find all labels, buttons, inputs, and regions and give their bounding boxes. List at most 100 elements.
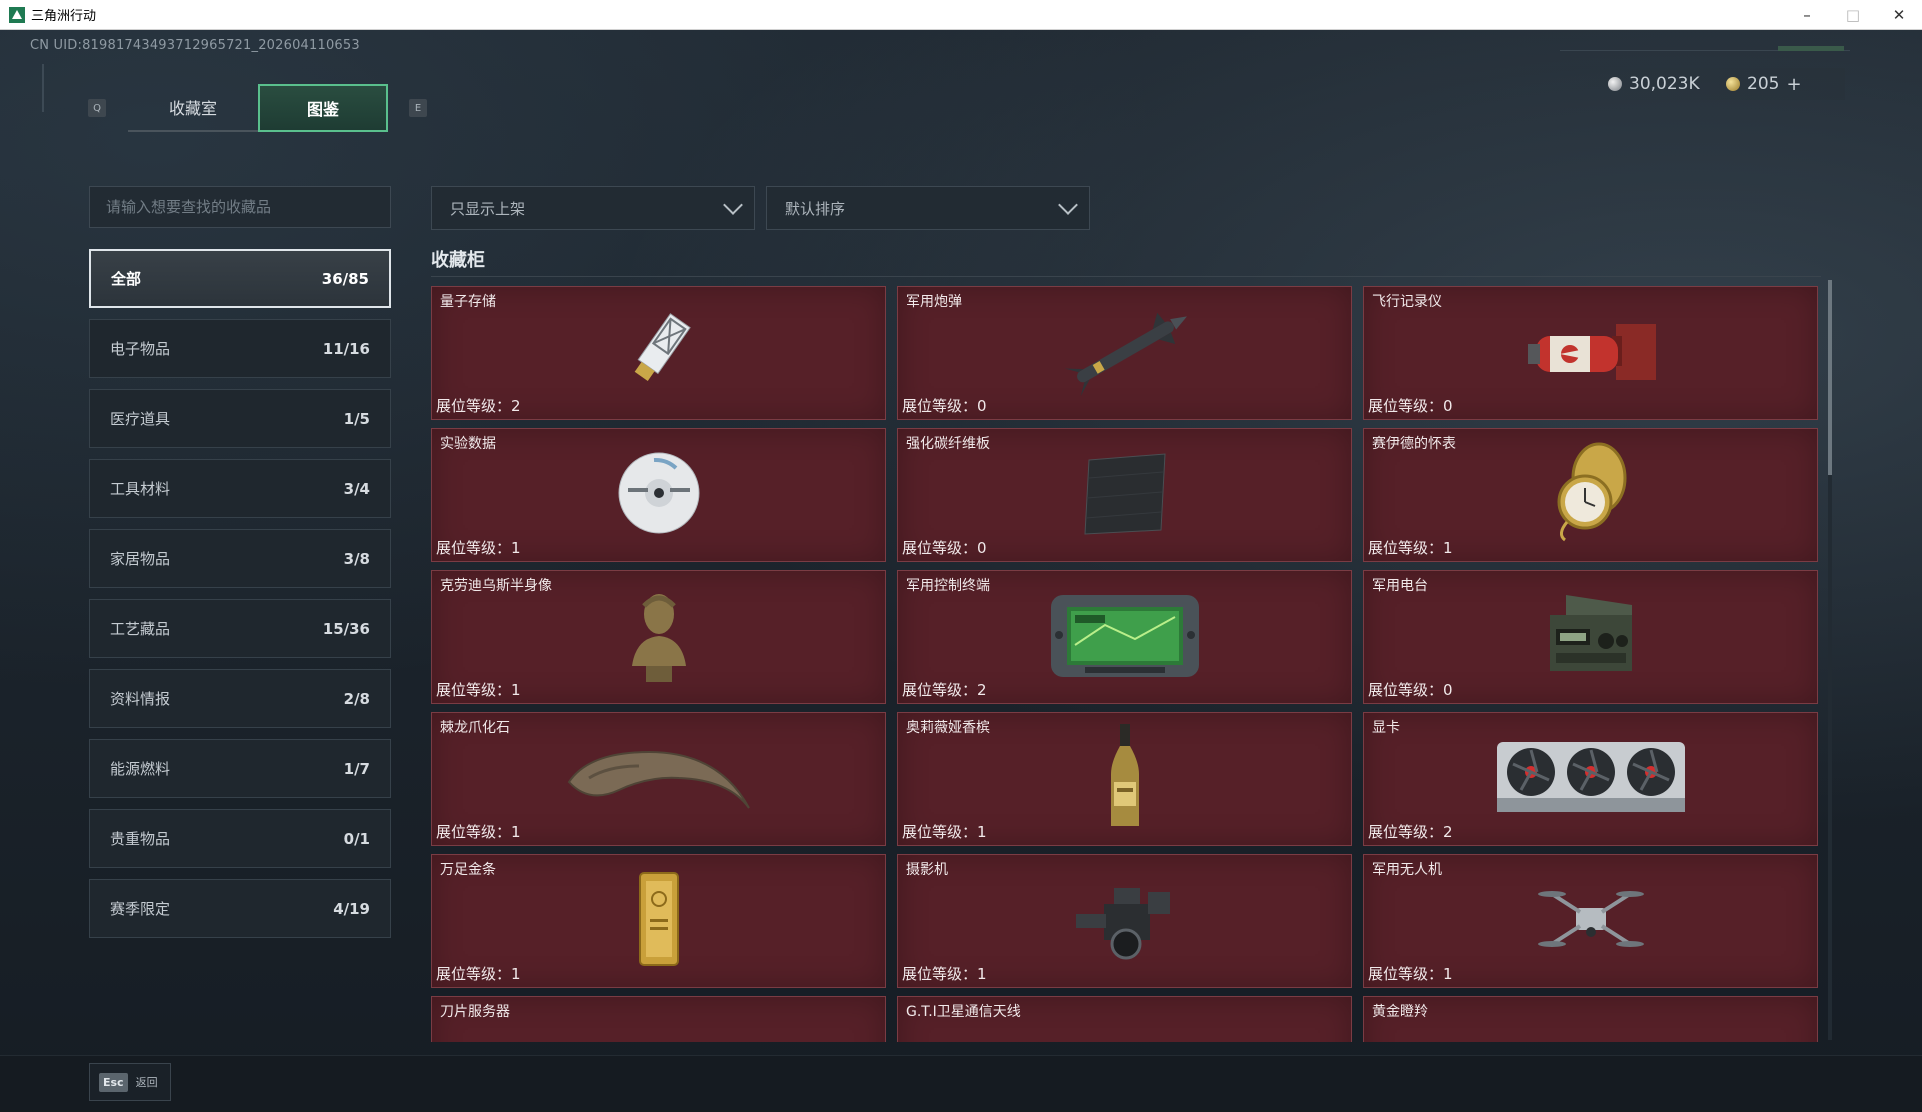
display-level-label: 展位等级：	[902, 539, 978, 557]
display-level-label: 展位等级：	[902, 965, 978, 983]
gold-currency[interactable]: 205 +	[1726, 70, 1802, 98]
display-level: 展位等级：1	[1368, 537, 1453, 558]
collection-card[interactable]: 强化碳纤维板 展位等级：0	[897, 428, 1352, 562]
category-count: 11/16	[322, 339, 370, 358]
category-count: 3/8	[343, 549, 370, 568]
display-level-label: 展位等级：	[1368, 539, 1444, 557]
category-count: 36/85	[321, 269, 369, 288]
minimize-button[interactable]: –	[1784, 0, 1830, 30]
terminal-icon	[1045, 585, 1205, 689]
display-level-label: 展位等级：	[436, 539, 512, 557]
collection-card[interactable]: 飞行记录仪 展位等级：0	[1363, 286, 1818, 420]
collection-grid-viewport: 量子存储 展位等级：2 军用炮弹 展位等级：0 飞行记录仪 展位等级：0 实验数据 展位等级：…	[431, 286, 1821, 1042]
category-item[interactable]: 家居物品 3/8	[89, 529, 391, 588]
chevron-down-icon	[1058, 195, 1078, 215]
display-level: 展位等级：1	[902, 963, 987, 984]
category-item[interactable]: 赛季限定 4/19	[89, 879, 391, 938]
display-level: 展位等级：0	[1368, 395, 1453, 416]
item-name: 棘龙爪化石	[440, 720, 510, 736]
display-level-value: 1	[511, 965, 521, 983]
collection-card[interactable]: 奥莉薇娅香槟 展位等级：1	[897, 712, 1352, 846]
tab-catalog[interactable]: 图鉴	[258, 84, 388, 132]
collection-card[interactable]: 军用电台 展位等级：0	[1363, 570, 1818, 704]
item-name: 实验数据	[440, 436, 496, 452]
silver-coin-icon	[1608, 77, 1622, 91]
collection-card[interactable]: 军用无人机展位等级：1	[1363, 854, 1818, 988]
category-count: 3/4	[343, 479, 370, 498]
sort-dropdown[interactable]: 默认排序	[766, 186, 1090, 230]
display-level: 展位等级：1	[1368, 963, 1453, 984]
collection-card[interactable]: 赛伊德的怀表 展位等级：1	[1363, 428, 1818, 562]
collection-card[interactable]: 量子存储 展位等级：2	[431, 286, 886, 420]
disc-icon	[614, 448, 704, 542]
item-name: 军用无人机	[1372, 862, 1442, 878]
collection-card[interactable]: 显卡展位等级：2	[1363, 712, 1818, 846]
category-item[interactable]: 全部 36/85	[89, 249, 391, 308]
item-name: 克劳迪乌斯半身像	[440, 578, 552, 594]
category-count: 1/5	[343, 409, 370, 428]
category-label: 能源燃料	[110, 760, 171, 778]
drone-icon	[1536, 874, 1646, 968]
collection-card[interactable]: 军用炮弹 展位等级：0	[897, 286, 1352, 420]
category-item[interactable]: 资料情报 2/8	[89, 669, 391, 728]
display-level-value: 2	[1443, 823, 1453, 841]
chevron-down-icon	[723, 195, 743, 215]
collection-card[interactable]: 刀片服务器	[431, 996, 886, 1042]
category-label: 资料情报	[110, 690, 171, 708]
collection-card[interactable]: 摄影机 展位等级：1	[897, 854, 1352, 988]
category-count: 0/1	[343, 829, 370, 848]
display-level-label: 展位等级：	[1368, 397, 1444, 415]
display-level-value: 1	[1443, 965, 1453, 983]
display-level-value: 0	[977, 397, 987, 415]
next-tab-key-hint[interactable]: E	[409, 99, 427, 117]
category-label: 工艺藏品	[110, 620, 171, 638]
add-gold-button[interactable]: +	[1786, 74, 1801, 95]
category-label: 赛季限定	[110, 900, 171, 918]
category-item[interactable]: 贵重物品 0/1	[89, 809, 391, 868]
tab-collection-room[interactable]: 收藏室	[128, 84, 258, 132]
listing-filter-dropdown[interactable]: 只显示上架	[431, 186, 755, 230]
display-level-label: 展位等级：	[1368, 965, 1444, 983]
grid-scrollbar[interactable]	[1828, 280, 1832, 1040]
collection-card[interactable]: 实验数据展位等级：1	[431, 428, 886, 562]
item-name: 显卡	[1372, 720, 1400, 736]
category-label: 贵重物品	[110, 830, 171, 848]
antenna-icon	[1050, 1031, 1200, 1042]
display-level: 展位等级：2	[436, 395, 521, 416]
collection-card[interactable]: 棘龙爪化石 展位等级：1	[431, 712, 886, 846]
display-level-label: 展位等级：	[436, 681, 512, 699]
scrollbar-thumb[interactable]	[1828, 280, 1832, 475]
pocket-watch-icon	[1541, 438, 1641, 552]
category-label: 家居物品	[110, 550, 171, 568]
category-item[interactable]: 电子物品 11/16	[89, 319, 391, 378]
collection-card[interactable]: G.T.I卫星通信天线	[897, 996, 1352, 1042]
category-item[interactable]: 医疗道具 1/5	[89, 389, 391, 448]
prev-tab-key-hint[interactable]: Q	[88, 99, 106, 117]
missile-icon	[1050, 306, 1200, 400]
category-count: 1/7	[343, 759, 370, 778]
bottom-bar	[0, 1055, 1922, 1112]
category-label: 电子物品	[110, 340, 171, 358]
maximize-button[interactable]: □	[1830, 0, 1876, 30]
category-item[interactable]: 工具材料 3/4	[89, 459, 391, 518]
collection-card[interactable]: 军用控制终端 展位等级：2	[897, 570, 1352, 704]
category-item[interactable]: 能源燃料 1/7	[89, 739, 391, 798]
display-level-label: 展位等级：	[902, 823, 978, 841]
display-level-label: 展位等级：	[1368, 823, 1444, 841]
back-button[interactable]: Esc 返回	[89, 1063, 171, 1101]
silver-amount: 30,023K	[1629, 74, 1700, 94]
close-button[interactable]: ✕	[1876, 0, 1922, 30]
collection-card[interactable]: 黄金瞪羚	[1363, 996, 1818, 1042]
bust-icon	[624, 580, 694, 694]
item-name: 强化碳纤维板	[906, 436, 990, 452]
category-item[interactable]: 工艺藏品 15/36	[89, 599, 391, 658]
category-label: 全部	[111, 270, 142, 288]
display-level: 展位等级：1	[436, 537, 521, 558]
collection-card[interactable]: 万足金条 展位等级：1	[431, 854, 886, 988]
category-count: 2/8	[343, 689, 370, 708]
esc-key-hint: Esc	[99, 1072, 128, 1092]
search-input[interactable]	[89, 186, 391, 228]
collection-card[interactable]: 克劳迪乌斯半身像 展位等级：1	[431, 570, 886, 704]
display-level-value: 0	[1443, 397, 1453, 415]
category-count: 4/19	[333, 899, 370, 918]
